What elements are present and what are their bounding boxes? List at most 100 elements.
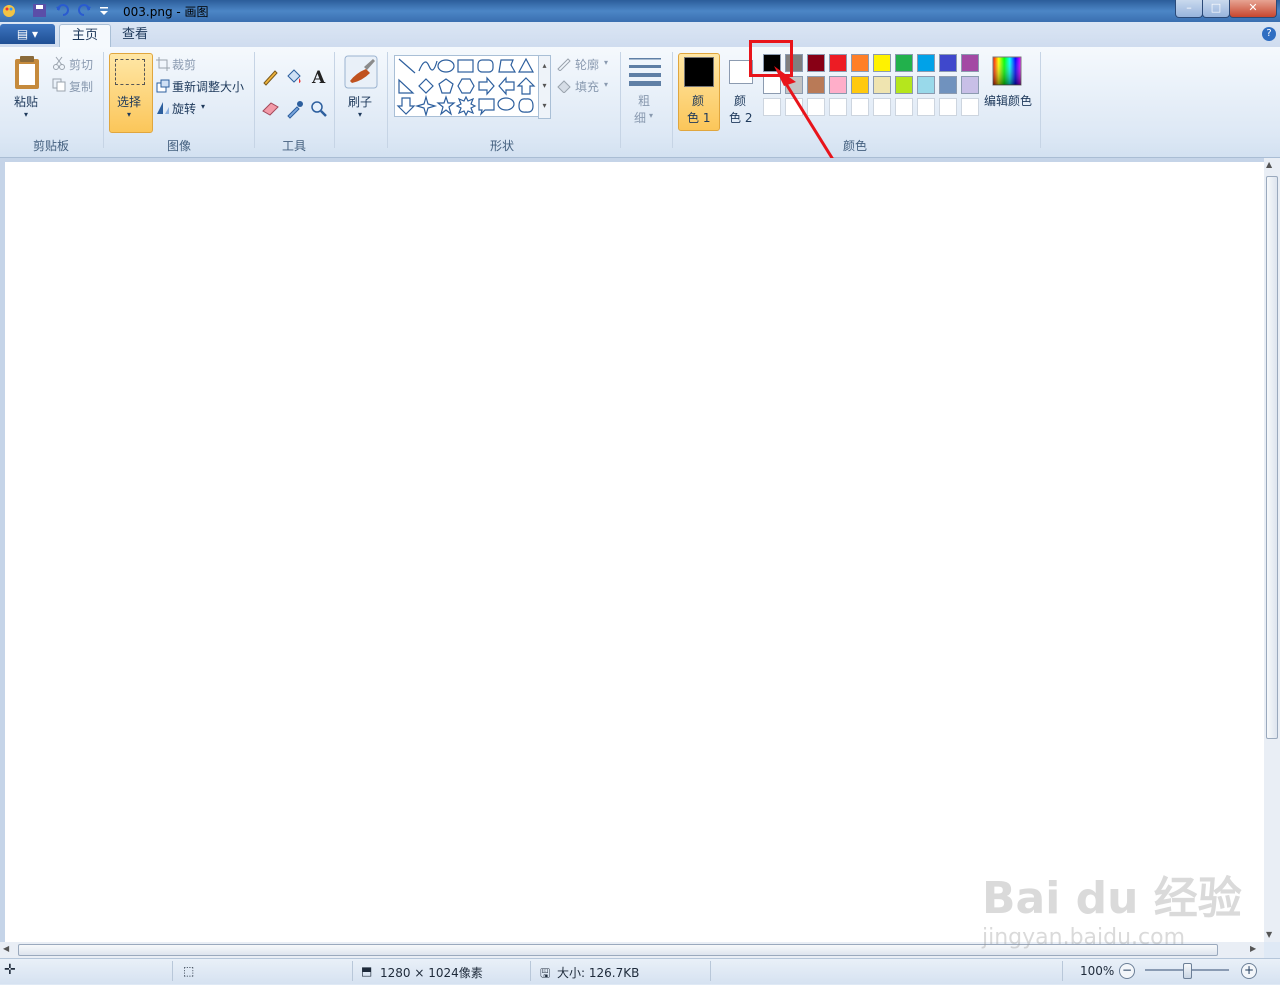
fill-tool[interactable] xyxy=(283,65,306,88)
diamond-shape-icon xyxy=(418,78,434,94)
color1-swatch xyxy=(684,57,714,87)
shapes-group-label: 形状 xyxy=(490,139,515,153)
close-button[interactable]: ✕ xyxy=(1229,0,1277,18)
scroll-right-icon[interactable]: ▶ xyxy=(1250,944,1256,953)
customize-quick-access-icon[interactable] xyxy=(98,3,113,18)
text-icon: A xyxy=(311,68,326,88)
file-size-icon: 🖫 xyxy=(540,966,551,980)
custom-color-slot[interactable] xyxy=(939,98,957,116)
outline-dropdown-icon[interactable]: ▾ xyxy=(604,58,608,67)
color1-label-top: 颜 xyxy=(692,94,705,108)
six-point-star-shape-icon xyxy=(455,95,477,117)
color2-label-top: 颜 xyxy=(734,94,747,108)
resize-button[interactable]: 重新调整大小 xyxy=(172,78,244,95)
group-divider xyxy=(254,52,255,148)
color-swatch[interactable] xyxy=(917,76,935,94)
paste-label: 粘贴 xyxy=(14,95,39,109)
window-title: 003.png - 画图 xyxy=(123,5,209,19)
brushes-dropdown-icon[interactable]: ▾ xyxy=(358,110,362,119)
crop-button[interactable]: 裁剪 xyxy=(172,56,196,73)
size-button[interactable] xyxy=(629,56,661,89)
zoom-out-button[interactable]: − xyxy=(1119,963,1135,979)
color-swatch[interactable] xyxy=(961,76,979,94)
redo-icon[interactable] xyxy=(77,3,92,18)
color-swatch[interactable] xyxy=(917,54,935,72)
scroll-up-icon[interactable]: ▲ xyxy=(1266,160,1272,169)
zoom-in-button[interactable]: + xyxy=(1241,963,1257,979)
zoom-slider-thumb[interactable] xyxy=(1183,963,1192,979)
drawing-canvas[interactable] xyxy=(5,162,1264,942)
magnifier-tool[interactable] xyxy=(307,97,330,120)
status-divider xyxy=(530,961,531,981)
fill-button[interactable]: 填充 xyxy=(575,78,599,95)
group-divider xyxy=(334,52,335,148)
text-tool[interactable]: A xyxy=(307,65,330,88)
group-divider xyxy=(672,52,673,148)
eyedropper-icon xyxy=(287,101,303,119)
app-menu-button[interactable]: ▤ ▾ xyxy=(0,24,55,44)
rotate-icon xyxy=(156,101,170,118)
tab-view[interactable]: 查看 xyxy=(110,24,160,47)
rotate-button[interactable]: 旋转 xyxy=(172,100,196,117)
paste-dropdown-icon[interactable]: ▾ xyxy=(24,110,28,119)
select-dropdown-icon[interactable]: ▾ xyxy=(127,110,131,119)
size-label-top: 粗 xyxy=(638,94,651,108)
selection-size-icon: ⬚ xyxy=(183,964,195,978)
rotate-dropdown-icon[interactable]: ▾ xyxy=(201,102,205,111)
right-triangle-shape-icon xyxy=(398,78,415,94)
pencil-tool[interactable] xyxy=(259,65,282,88)
custom-color-slot[interactable] xyxy=(917,98,935,116)
oval-shape-icon xyxy=(437,59,455,73)
paste-button[interactable] xyxy=(12,55,42,94)
color-swatch[interactable] xyxy=(939,76,957,94)
five-point-star-shape-icon xyxy=(436,95,456,116)
baidu-watermark: Bai du 经验 xyxy=(982,873,1242,924)
size-label-bottom: 细 xyxy=(634,111,647,125)
undo-icon[interactable] xyxy=(55,3,70,18)
minimize-button[interactable]: – xyxy=(1175,0,1203,18)
shapes-scroll[interactable]: ▴ ▾ ▾ xyxy=(538,55,551,119)
title-bar: 003.png - 画图 – □ ✕ xyxy=(0,0,1280,22)
custom-color-slot[interactable] xyxy=(961,98,979,116)
file-size: 大小: 126.7KB xyxy=(557,966,640,980)
ribbon-tab-row xyxy=(0,22,1280,47)
color-swatch[interactable] xyxy=(939,54,957,72)
copy-button[interactable]: 复制 xyxy=(69,78,93,95)
vertical-scroll-thumb[interactable] xyxy=(1266,176,1278,739)
edit-colors-button[interactable] xyxy=(992,56,1022,89)
four-point-star-shape-icon xyxy=(414,94,438,118)
brushes-button[interactable] xyxy=(344,55,378,92)
select-icon xyxy=(115,59,145,85)
magnifier-icon xyxy=(311,101,327,117)
curve-shape-icon xyxy=(418,60,438,72)
tools-group-label: 工具 xyxy=(282,139,307,153)
canvas-size-icon: ⬒ xyxy=(361,964,373,978)
cut-button[interactable]: 剪切 xyxy=(69,56,93,73)
tab-home[interactable]: 主页 xyxy=(59,24,112,48)
paint-app-icon xyxy=(2,3,17,18)
scroll-down-icon[interactable]: ▼ xyxy=(1266,930,1272,939)
baidu-watermark-url: jingyan.baidu.com xyxy=(982,925,1186,950)
select-label: 选择 xyxy=(117,95,142,109)
right-arrow-shape-icon xyxy=(478,76,495,96)
status-divider xyxy=(710,961,711,981)
color1-label-bottom: 色 1 xyxy=(687,111,711,125)
maximize-button[interactable]: □ xyxy=(1202,0,1230,18)
help-icon[interactable]: ? xyxy=(1262,27,1276,41)
shapes-gallery xyxy=(394,55,539,118)
hexagon-shape-icon xyxy=(457,78,475,94)
shapes-icons xyxy=(396,57,536,118)
color-swatch[interactable] xyxy=(961,54,979,72)
fill-dropdown-icon[interactable]: ▾ xyxy=(604,80,608,89)
scroll-left-icon[interactable]: ◀ xyxy=(3,944,9,953)
rectangle-callout-shape-icon xyxy=(478,98,495,116)
up-arrow-shape-icon xyxy=(516,77,536,95)
save-icon[interactable] xyxy=(32,3,47,18)
color-picker-tool[interactable] xyxy=(283,97,306,120)
color2-label-bottom: 色 2 xyxy=(729,111,753,125)
line-width-icon xyxy=(629,58,661,86)
status-divider xyxy=(1062,961,1063,981)
size-dropdown-icon[interactable]: ▾ xyxy=(649,111,653,120)
eraser-tool[interactable] xyxy=(259,97,282,120)
outline-button[interactable]: 轮廓 xyxy=(575,56,599,73)
